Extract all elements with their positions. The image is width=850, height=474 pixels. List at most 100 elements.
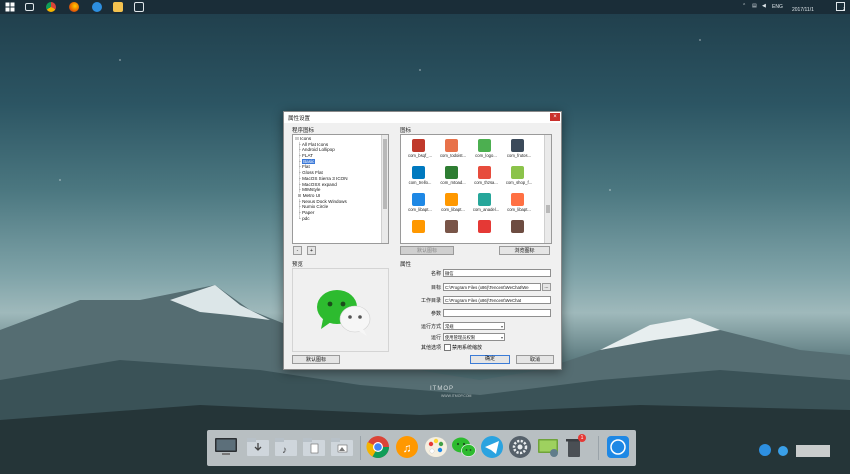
run-value: 使用管理员权限	[445, 335, 476, 340]
tree-item-label: Icons	[300, 136, 312, 141]
chrome-icon[interactable]	[365, 434, 391, 460]
icon-theme-tree[interactable]: ⊟ Icons ├ All Flat Icons ├ Android Lolli…	[292, 134, 389, 244]
icon-grid-item-label: com_libapt...	[441, 207, 465, 212]
app-icon	[511, 220, 524, 233]
paint-palette-icon[interactable]	[423, 434, 449, 460]
dock-separator	[360, 436, 361, 460]
advanced-checkbox-label: 禁用系统缩放	[452, 345, 483, 351]
downloads-folder-icon[interactable]	[245, 434, 271, 460]
tray-app-icon-blue[interactable]	[759, 444, 771, 456]
telegram-icon[interactable]	[479, 434, 505, 460]
volume-icon[interactable]: ◀	[762, 3, 766, 9]
app-icon	[511, 166, 524, 179]
app-icon	[478, 166, 491, 179]
advanced-checkbox[interactable]	[444, 344, 451, 351]
icon-grid-item[interactable]: com_frutos...	[503, 138, 533, 162]
icon-grid-item[interactable]: com_mtoad...	[437, 165, 467, 189]
tree-item[interactable]: └ pdc	[295, 216, 381, 222]
close-button[interactable]: ×	[550, 113, 560, 121]
app-taskbar-icon[interactable]	[134, 2, 144, 12]
computer-icon[interactable]	[213, 434, 239, 460]
icon-grid-item[interactable]: com_libapt...	[437, 192, 467, 216]
music-folder-icon[interactable]: ♪	[273, 434, 299, 460]
clock-date[interactable]: 2017/11/1	[792, 7, 814, 13]
icon-grid-item[interactable]: com_anadel...	[470, 192, 500, 216]
run-mode-value: 常规	[445, 324, 454, 329]
icon-grid-item[interactable]	[503, 219, 533, 243]
icon-grid-item[interactable]: com_shop_f...	[503, 165, 533, 189]
app-icon	[445, 193, 458, 206]
firefox-taskbar-icon[interactable]	[69, 2, 79, 12]
icon-grid-item[interactable]: com_libapt...	[404, 192, 434, 216]
icon-grid-item[interactable]: com_logo...	[470, 138, 500, 162]
run-mode-label: 运行方式	[420, 324, 441, 330]
restore-default-button[interactable]: 默认图标	[292, 355, 340, 364]
icon-grid-item[interactable]: com_trello...	[404, 165, 434, 189]
icon-grid-item[interactable]: com_thzsa...	[470, 165, 500, 189]
wechat-icon[interactable]	[451, 434, 477, 460]
control-panel-icon[interactable]	[535, 434, 561, 460]
pictures-folder-icon[interactable]	[329, 434, 355, 460]
tree-scrollbar[interactable]	[381, 135, 388, 243]
icon-grid-item[interactable]: com_bsqf_...	[404, 138, 434, 162]
start-windows-icon[interactable]	[5, 2, 15, 12]
args-field[interactable]	[443, 309, 551, 317]
settings-gear-icon[interactable]	[507, 434, 533, 460]
tray-app-icon-2[interactable]	[778, 446, 788, 456]
run-select[interactable]: 使用管理员权限 ▾	[443, 333, 505, 341]
dialog-titlebar[interactable]: 属性设置 ×	[284, 112, 561, 123]
system-tray: ⌃ ▤ ◀ ENG 2017/11/1 2	[740, 0, 850, 14]
tree-item-label: Gloss Flat	[302, 170, 323, 176]
default-icon-button[interactable]: 默认图标	[400, 246, 454, 255]
documents-folder-icon[interactable]	[301, 434, 327, 460]
tree-expand-button[interactable]: +	[307, 246, 316, 255]
icon-grid-item[interactable]: com_libapt...	[503, 192, 533, 216]
tree-item-label: MacOSX expand	[302, 181, 337, 187]
tree-item-label: FLAT	[302, 153, 313, 159]
icon-grid-item[interactable]	[404, 219, 434, 243]
task-view-icon[interactable]	[25, 3, 34, 11]
icon-grid-item-label: com_frutos...	[506, 153, 532, 158]
svg-text:♪: ♪	[282, 445, 287, 456]
icon-grid-item-label: com_bsqf_...	[408, 153, 432, 158]
tree-item-label: All Flat Icons	[301, 141, 329, 147]
dialog-title: 属性设置	[288, 116, 311, 122]
tree-scroll-thumb[interactable]	[383, 139, 387, 209]
app-icon	[478, 220, 491, 233]
name-label: 名称	[430, 271, 441, 277]
icon-grid[interactable]: com_bsqf_... com_todoist... com_logo... com…	[400, 134, 552, 244]
file-explorer-taskbar-icon[interactable]	[113, 2, 123, 12]
run-mode-select[interactable]: 常规 ▾	[443, 322, 505, 330]
tray-app-icon-3[interactable]	[796, 445, 830, 457]
tree-collapse-button[interactable]: -	[293, 246, 302, 255]
workdir-field[interactable]: C:\Program Files (x86)\Tencent\WeChat	[443, 296, 551, 304]
input-language[interactable]: ENG	[772, 4, 783, 10]
properties-dialog: 属性设置 × 程序图标 ⊟ Icons ├ All Flat Icons ├ A…	[283, 111, 562, 370]
tree-item-label: Flat	[302, 164, 310, 170]
target-label: 目标	[430, 285, 441, 291]
target-field[interactable]: C:\Program Files (x86)\Tencent\WeChat\We	[443, 283, 541, 291]
icon-grid-scrollbar[interactable]	[544, 135, 551, 243]
chrome-taskbar-icon[interactable]	[46, 2, 56, 12]
app-icon	[412, 193, 425, 206]
icon-grid-item[interactable]	[470, 219, 500, 243]
launcher-icon[interactable]	[605, 434, 631, 460]
icon-grid-item[interactable]: com_todoist...	[437, 138, 467, 162]
watermark-url: WWW.ITMOP.COM	[441, 394, 472, 398]
tray-chevron-icon[interactable]: ⌃	[742, 3, 746, 9]
target-browse-button[interactable]: ...	[542, 283, 551, 291]
ok-button[interactable]: 确定	[470, 355, 510, 364]
icon-grid-scroll-thumb[interactable]	[546, 205, 550, 213]
name-field[interactable]: 微信	[443, 269, 551, 277]
watermark: ITMOP	[430, 386, 454, 392]
tree-item-label: pdc	[302, 215, 310, 221]
tree-item-label: Basic	[302, 158, 316, 164]
app-icon	[445, 139, 458, 152]
icon-grid-item[interactable]	[437, 219, 467, 243]
edge-taskbar-icon[interactable]	[92, 2, 102, 12]
network-icon[interactable]: ▤	[752, 3, 757, 9]
chevron-down-icon: ▾	[500, 335, 503, 340]
music-player-icon[interactable]: ♫	[394, 434, 420, 460]
browse-icon-button[interactable]: 浏览图标	[499, 246, 550, 255]
cancel-button[interactable]: 取消	[516, 355, 554, 364]
